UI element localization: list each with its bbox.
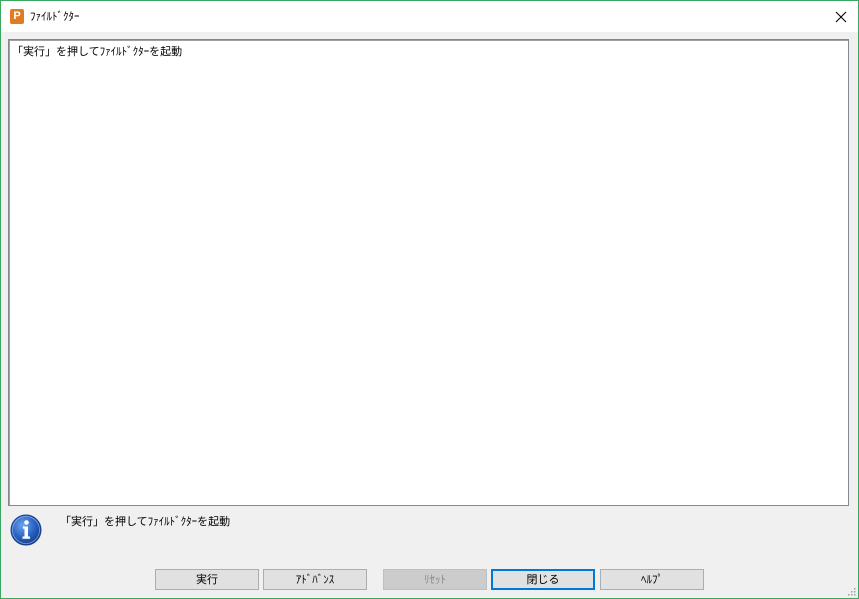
file-doctor-window: P ﾌｧｲﾙﾄﾞｸﾀｰ 「実行」を押してﾌｧｲﾙﾄﾞｸﾀｰを起動 「実行」を押し…: [0, 0, 859, 599]
help-button[interactable]: ﾍﾙﾌﾟ: [600, 569, 704, 590]
window-title: ﾌｧｲﾙﾄﾞｸﾀｰ: [30, 10, 80, 23]
app-logo-icon: P: [10, 9, 24, 24]
close-icon: [835, 11, 847, 22]
reset-button: ﾘｾｯﾄ: [383, 569, 487, 590]
close-window-button[interactable]: [824, 1, 858, 32]
advanced-button[interactable]: ｱﾄﾞﾊﾞﾝｽ: [263, 569, 367, 590]
info-icon: [10, 514, 42, 546]
run-button[interactable]: 実行: [155, 569, 259, 590]
output-text: 「実行」を押してﾌｧｲﾙﾄﾞｸﾀｰを起動: [12, 45, 183, 58]
title-bar[interactable]: P ﾌｧｲﾙﾄﾞｸﾀｰ: [1, 1, 858, 32]
close-button[interactable]: 閉じる: [491, 569, 595, 590]
status-message: 「実行」を押してﾌｧｲﾙﾄﾞｸﾀｰを起動: [60, 515, 231, 528]
resize-grip-icon[interactable]: [846, 586, 856, 596]
output-textarea[interactable]: 「実行」を押してﾌｧｲﾙﾄﾞｸﾀｰを起動: [8, 39, 849, 506]
